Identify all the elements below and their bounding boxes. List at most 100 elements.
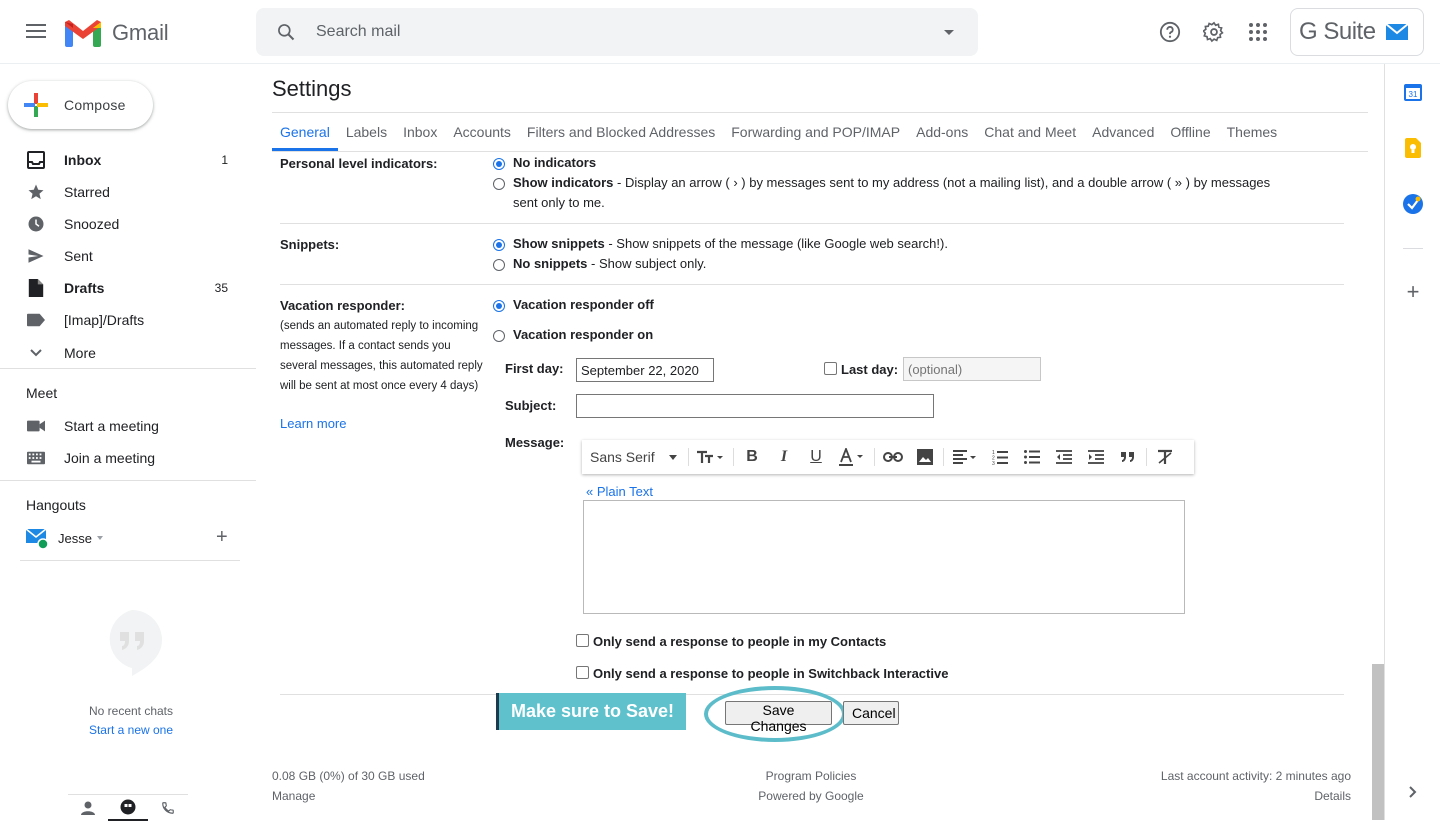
vacation-on-radio[interactable] bbox=[493, 330, 505, 342]
subject-input[interactable] bbox=[576, 394, 934, 418]
no-snippets-desc: - Show subject only. bbox=[587, 256, 707, 271]
font-caret-icon bbox=[668, 454, 677, 460]
search-input[interactable] bbox=[316, 23, 916, 41]
nav-count: 35 bbox=[214, 281, 228, 295]
vacation-note: (sends an automated reply to incoming me… bbox=[280, 320, 483, 392]
phone-tab-icon[interactable] bbox=[148, 795, 188, 821]
font-size-icon[interactable] bbox=[691, 443, 731, 471]
message-label: Message: bbox=[505, 435, 565, 450]
first-day-input[interactable] bbox=[576, 358, 714, 382]
tab-accounts[interactable]: Accounts bbox=[445, 113, 519, 151]
chevron-right-icon[interactable] bbox=[1403, 782, 1423, 802]
main-scrollbar[interactable] bbox=[1372, 664, 1384, 820]
toolbar-divider bbox=[733, 448, 734, 466]
hangouts-bottom-tabs bbox=[68, 794, 188, 821]
compose-button[interactable]: Compose bbox=[8, 81, 153, 129]
quote-icon[interactable] bbox=[1112, 443, 1144, 471]
formatting-toolbar: Sans Serif B I U 123 bbox=[582, 440, 1194, 474]
org-only-checkbox[interactable] bbox=[576, 666, 589, 679]
show-snippets-radio[interactable] bbox=[493, 239, 505, 251]
nav-item-starred[interactable]: Starred bbox=[0, 176, 240, 208]
nav-label: Snoozed bbox=[64, 216, 120, 232]
vacation-off-radio[interactable] bbox=[493, 300, 505, 312]
tasks-icon[interactable] bbox=[1403, 194, 1423, 214]
underline-icon[interactable]: U bbox=[800, 443, 832, 471]
calendar-icon[interactable]: 31 bbox=[1403, 82, 1423, 102]
start-new-chat-link[interactable]: Start a new one bbox=[0, 723, 262, 737]
search-bar[interactable] bbox=[256, 8, 978, 56]
add-chat-icon[interactable]: + bbox=[216, 526, 228, 548]
personal-indicators-label: Personal level indicators: bbox=[280, 156, 438, 171]
link-icon[interactable] bbox=[877, 443, 909, 471]
start-meeting-item[interactable]: Start a meeting bbox=[0, 410, 240, 442]
add-addon-icon[interactable]: + bbox=[1403, 279, 1423, 304]
contacts-tab-icon[interactable] bbox=[68, 795, 108, 821]
last-day-input[interactable] bbox=[903, 357, 1041, 381]
show-snippets-title: Show snippets bbox=[513, 236, 605, 251]
last-day-checkbox[interactable] bbox=[824, 362, 837, 375]
bold-icon[interactable]: B bbox=[736, 443, 768, 471]
text-color-icon[interactable] bbox=[832, 443, 872, 471]
chat-tab-icon[interactable] bbox=[108, 795, 148, 821]
indent-more-icon[interactable] bbox=[1080, 443, 1112, 471]
no-snippets-radio[interactable] bbox=[493, 259, 505, 271]
keep-icon[interactable] bbox=[1403, 138, 1423, 158]
image-icon[interactable] bbox=[909, 443, 941, 471]
font-family-select[interactable]: Sans Serif bbox=[582, 449, 686, 465]
numbered-list-icon[interactable]: 123 bbox=[984, 443, 1016, 471]
save-changes-button[interactable]: Save Changes bbox=[725, 701, 832, 734]
indent-less-icon[interactable] bbox=[1048, 443, 1080, 471]
message-body-editor[interactable] bbox=[583, 500, 1185, 614]
italic-icon[interactable]: I bbox=[768, 443, 800, 471]
draft-icon bbox=[26, 278, 46, 298]
plain-text-link[interactable]: « Plain Text bbox=[586, 484, 653, 499]
nav-item-drafts[interactable]: Drafts 35 bbox=[0, 272, 240, 304]
tab-forwarding-and-pop-imap[interactable]: Forwarding and POP/IMAP bbox=[723, 113, 908, 151]
show-indicators-radio[interactable] bbox=[493, 178, 505, 190]
tab-chat-and-meet[interactable]: Chat and Meet bbox=[976, 113, 1084, 151]
search-options-icon[interactable] bbox=[944, 30, 954, 35]
gmail-logo[interactable]: Gmail bbox=[64, 16, 169, 50]
settings-panel: Settings General Labels Inbox Accounts Filte… bbox=[256, 64, 1384, 820]
program-policies-link[interactable]: Program Policies bbox=[736, 766, 886, 786]
settings-gear-icon[interactable] bbox=[1202, 20, 1226, 44]
account-avatar-icon bbox=[1385, 24, 1408, 40]
video-icon bbox=[26, 416, 46, 436]
nav-item-inbox[interactable]: Inbox 1 bbox=[0, 144, 240, 176]
apps-grid-icon[interactable] bbox=[1246, 20, 1270, 44]
nav-item-sent[interactable]: Sent bbox=[0, 240, 240, 272]
svg-text:31: 31 bbox=[1409, 90, 1418, 99]
no-indicators-radio[interactable] bbox=[493, 158, 505, 170]
search-icon[interactable] bbox=[256, 22, 316, 42]
remove-formatting-icon[interactable] bbox=[1149, 443, 1181, 471]
learn-more-link[interactable]: Learn more bbox=[280, 416, 346, 431]
tab-filters-and-blocked-addresses[interactable]: Filters and Blocked Addresses bbox=[519, 113, 723, 151]
tab-labels[interactable]: Labels bbox=[338, 113, 395, 151]
help-icon[interactable] bbox=[1158, 20, 1182, 44]
align-icon[interactable] bbox=[946, 443, 984, 471]
main-menu-button[interactable] bbox=[24, 20, 48, 44]
no-snippets-title: No snippets bbox=[513, 256, 588, 271]
status-caret-icon[interactable] bbox=[96, 536, 103, 540]
product-name: Gmail bbox=[112, 20, 169, 45]
tab-general[interactable]: General bbox=[272, 113, 338, 151]
bulleted-list-icon[interactable] bbox=[1016, 443, 1048, 471]
account-switcher[interactable]: G Suite bbox=[1290, 8, 1424, 56]
nav-item-snoozed[interactable]: Snoozed bbox=[0, 208, 240, 240]
nav-item-more[interactable]: More bbox=[0, 337, 240, 369]
tab-add-ons[interactable]: Add-ons bbox=[908, 113, 976, 151]
left-navigation: Compose Inbox 1 Starred Snoozed Sent Dra… bbox=[0, 64, 256, 821]
join-meeting-item[interactable]: Join a meeting bbox=[0, 442, 240, 474]
nav-item-imap-drafts[interactable]: [Imap]/Drafts bbox=[0, 304, 240, 336]
cancel-button[interactable]: Cancel bbox=[843, 701, 899, 725]
hangouts-user[interactable]: Jesse + bbox=[26, 526, 246, 550]
tab-themes[interactable]: Themes bbox=[1219, 113, 1286, 151]
manage-link[interactable]: Manage bbox=[272, 786, 425, 806]
vacation-on-label: Vacation responder on bbox=[513, 327, 654, 342]
contacts-only-checkbox[interactable] bbox=[576, 634, 589, 647]
tab-inbox[interactable]: Inbox bbox=[395, 113, 445, 151]
tab-advanced[interactable]: Advanced bbox=[1084, 113, 1162, 151]
toolbar-divider bbox=[943, 448, 944, 466]
details-link[interactable]: Details bbox=[1096, 786, 1351, 806]
tab-offline[interactable]: Offline bbox=[1162, 113, 1218, 151]
